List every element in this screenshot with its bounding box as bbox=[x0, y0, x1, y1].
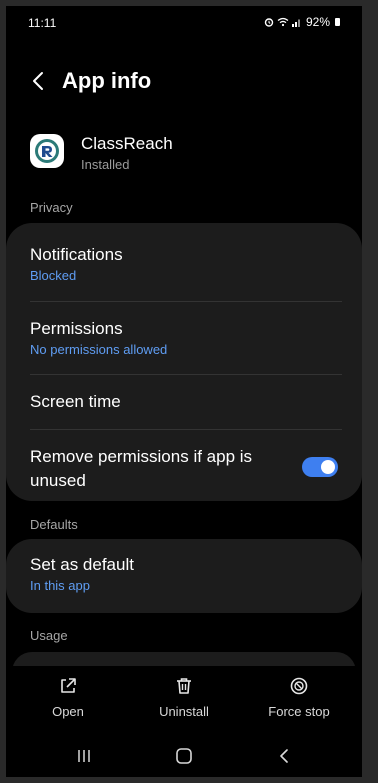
screen-time-title: Screen time bbox=[30, 392, 121, 411]
stop-icon bbox=[290, 677, 308, 695]
signal-icon bbox=[291, 19, 300, 27]
battery-percent: 92% bbox=[305, 15, 330, 29]
app-logo-icon bbox=[30, 134, 64, 168]
divider bbox=[30, 301, 342, 302]
status-time: 11:11 bbox=[28, 16, 57, 30]
bottom-action-bar: Open Uninstall Force stop bbox=[6, 666, 362, 732]
open-button[interactable]: Open bbox=[18, 676, 118, 719]
toggle-knob bbox=[321, 460, 335, 474]
status-indicators: 92% bbox=[264, 15, 340, 29]
recent-apps-button[interactable] bbox=[64, 744, 104, 768]
alarm-icon bbox=[264, 18, 274, 27]
notifications-title: Notifications bbox=[30, 245, 123, 264]
permissions-item[interactable]: Permissions No permissions allowed bbox=[30, 317, 342, 357]
force-stop-button[interactable]: Force stop bbox=[249, 676, 349, 719]
status-bar: 11:11 92% bbox=[6, 6, 362, 38]
wifi-icon bbox=[277, 17, 289, 27]
remove-permissions-title: Remove permissions if app is unused bbox=[30, 447, 253, 490]
phone-screen: 11:11 92% App info ClassReach Installed … bbox=[6, 6, 362, 777]
screen-time-item[interactable]: Screen time bbox=[30, 390, 342, 414]
divider bbox=[30, 429, 342, 430]
permissions-status: No permissions allowed bbox=[30, 342, 168, 357]
recent-apps-icon bbox=[78, 750, 90, 762]
section-label-usage: Usage bbox=[30, 628, 68, 643]
status-icons bbox=[264, 17, 302, 27]
divider bbox=[30, 374, 342, 375]
page-title: App info bbox=[62, 68, 152, 93]
system-nav-bar bbox=[6, 734, 362, 777]
remove-permissions-toggle[interactable] bbox=[302, 457, 338, 477]
set-as-default-status: In this app bbox=[30, 578, 90, 593]
app-name: ClassReach bbox=[81, 134, 173, 153]
privacy-card: Notifications Blocked Permissions No per… bbox=[6, 223, 362, 501]
set-as-default-title: Set as default bbox=[30, 555, 134, 574]
uninstall-label: Uninstall bbox=[159, 704, 209, 719]
notifications-status: Blocked bbox=[30, 268, 77, 283]
force-stop-label: Force stop bbox=[268, 704, 330, 719]
section-label-privacy: Privacy bbox=[30, 200, 73, 215]
chevron-left-icon bbox=[33, 72, 43, 90]
uninstall-button[interactable]: Uninstall bbox=[134, 676, 234, 719]
permissions-title: Permissions bbox=[30, 319, 123, 338]
section-label-defaults: Defaults bbox=[30, 517, 78, 532]
trash-icon bbox=[177, 678, 191, 694]
back-nav-button[interactable] bbox=[264, 744, 304, 768]
back-arrow-icon bbox=[280, 749, 288, 763]
open-label: Open bbox=[52, 704, 84, 719]
defaults-card: Set as default In this app bbox=[6, 539, 362, 613]
back-button[interactable] bbox=[26, 66, 50, 96]
open-external-icon bbox=[61, 678, 76, 693]
app-summary: ClassReach Installed bbox=[30, 132, 350, 176]
app-install-status: Installed bbox=[81, 157, 130, 172]
home-icon bbox=[176, 748, 192, 764]
notifications-item[interactable]: Notifications Blocked bbox=[30, 243, 342, 283]
set-as-default-item[interactable]: Set as default In this app bbox=[30, 553, 342, 593]
remove-permissions-item[interactable]: Remove permissions if app is unused bbox=[30, 445, 280, 493]
battery-icon bbox=[335, 18, 340, 26]
app-bar: App info bbox=[6, 62, 362, 102]
home-button[interactable] bbox=[164, 744, 204, 768]
